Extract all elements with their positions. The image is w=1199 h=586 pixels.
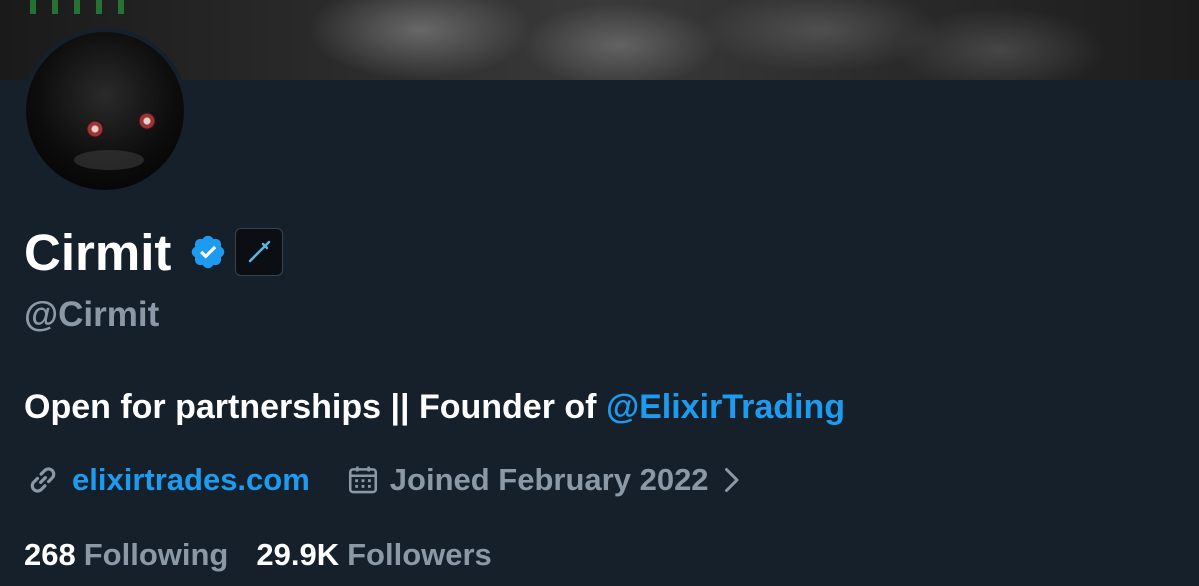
- avatar-mouth: [74, 150, 144, 170]
- followers-stat[interactable]: 29.9K Followers: [256, 537, 491, 573]
- website-link[interactable]: elixirtrades.com: [72, 462, 310, 498]
- following-stat[interactable]: 268 Following: [24, 537, 228, 573]
- followers-count: 29.9K: [256, 537, 340, 572]
- verified-badge-icon[interactable]: [189, 233, 227, 271]
- profile-handle: @Cirmit: [24, 295, 160, 334]
- following-label: Following: [83, 537, 229, 572]
- avatar-image: [26, 32, 184, 190]
- profile-page: Cirmit @Cirmit Open for partnerships || …: [0, 0, 1199, 586]
- bio-text: Open for partnerships || Founder of: [24, 388, 606, 426]
- following-count: 268: [24, 537, 76, 572]
- profile-bio: Open for partnerships || Founder of @Eli…: [24, 388, 845, 427]
- banner-green-glow: [30, 0, 140, 14]
- avatar-eye-left: [86, 120, 104, 138]
- followers-label: Followers: [347, 537, 492, 572]
- calendar-icon: [348, 466, 377, 494]
- profile-banner[interactable]: [0, 0, 1199, 80]
- display-name: Cirmit: [24, 223, 172, 281]
- affiliate-syringe-icon: [249, 240, 271, 263]
- affiliate-badge[interactable]: [235, 228, 284, 276]
- profile-avatar[interactable]: [22, 28, 188, 194]
- name-row: Cirmit: [24, 223, 284, 281]
- bio-mention-link[interactable]: @ElixirTrading: [606, 388, 845, 426]
- link-icon: [30, 467, 56, 493]
- chevron-right-icon[interactable]: [719, 465, 743, 495]
- follow-stats: 268 Following 29.9K Followers: [24, 537, 492, 573]
- joined-date: Joined February 2022: [389, 462, 709, 497]
- avatar-eye-right: [138, 112, 156, 130]
- profile-meta: elixirtrades.com Joined February 2022: [24, 458, 743, 502]
